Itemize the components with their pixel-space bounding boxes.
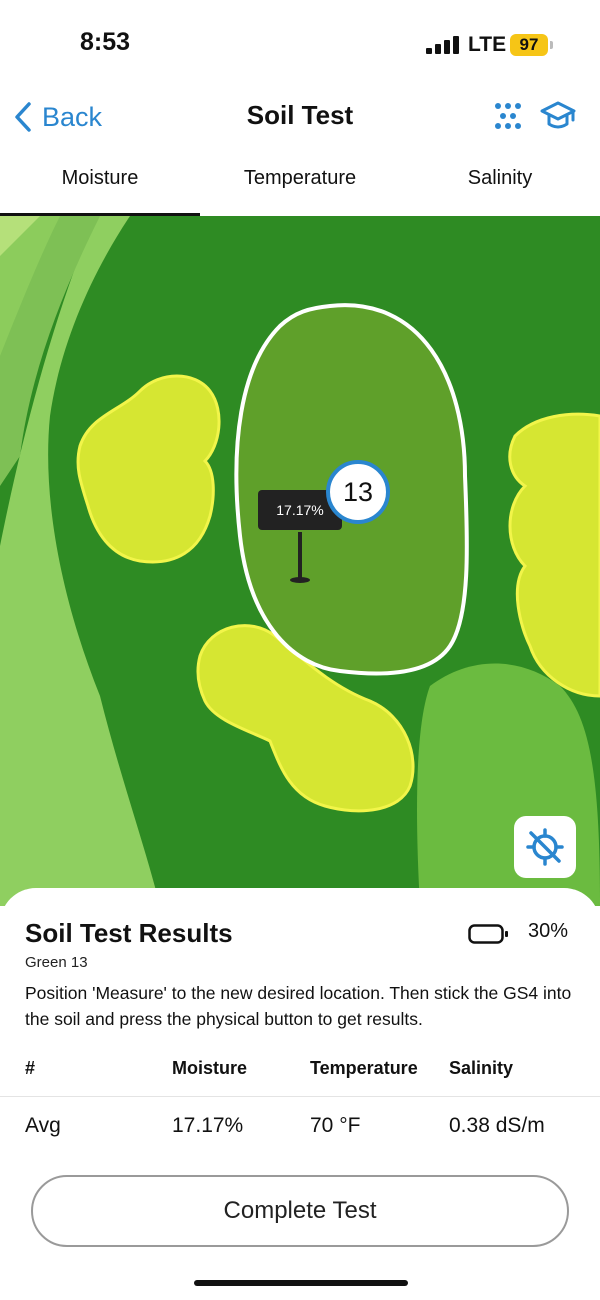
complete-test-button[interactable]: Complete Test — [31, 1175, 569, 1247]
recenter-button[interactable] — [514, 816, 576, 878]
device-battery-percent: 30% — [528, 920, 569, 942]
status-time: 8:53 — [80, 28, 131, 56]
hole-number-badge[interactable]: 13 — [326, 460, 390, 524]
row-temperature: 70 °F — [310, 1114, 361, 1137]
device-battery-icon — [468, 924, 508, 944]
table-divider — [0, 1096, 600, 1097]
header-salinity: Salinity — [449, 1058, 514, 1078]
dots-grid-icon[interactable] — [494, 102, 522, 130]
battery-icon: 97 — [510, 34, 548, 56]
tab-salinity[interactable]: Salinity — [400, 150, 600, 216]
green-label: Green 13 — [25, 954, 88, 971]
battery-tip — [550, 41, 553, 49]
instruction-text: Position 'Measure' to the new desired lo… — [25, 983, 572, 1029]
home-indicator — [194, 1280, 408, 1286]
results-title: Soil Test Results — [25, 918, 233, 948]
row-moisture: 17.17% — [172, 1114, 244, 1137]
tab-temperature[interactable]: Temperature — [200, 150, 400, 216]
row-label: Avg — [25, 1114, 61, 1137]
pin-base — [290, 577, 310, 583]
header-index: # — [25, 1058, 36, 1078]
course-map[interactable]: 17.17% 13 — [0, 216, 600, 906]
signal-icon — [426, 36, 460, 54]
row-salinity: 0.38 dS/m — [449, 1114, 545, 1137]
tab-moisture[interactable]: Moisture — [0, 150, 200, 216]
map-graphics — [0, 216, 600, 906]
results-panel: Soil Test Results 30% Green 13 Position … — [0, 888, 600, 1300]
location-crosshair-icon — [526, 828, 564, 866]
nav-bar: Back Soil Test — [0, 88, 600, 146]
status-bar: 8:53 LTE 97 — [0, 0, 600, 88]
graduation-cap-icon[interactable] — [540, 100, 576, 132]
header-moisture: Moisture — [172, 1058, 248, 1078]
network-label: LTE — [468, 33, 507, 56]
tab-bar: Moisture Temperature Salinity — [0, 150, 600, 216]
header-temperature: Temperature — [310, 1058, 418, 1078]
